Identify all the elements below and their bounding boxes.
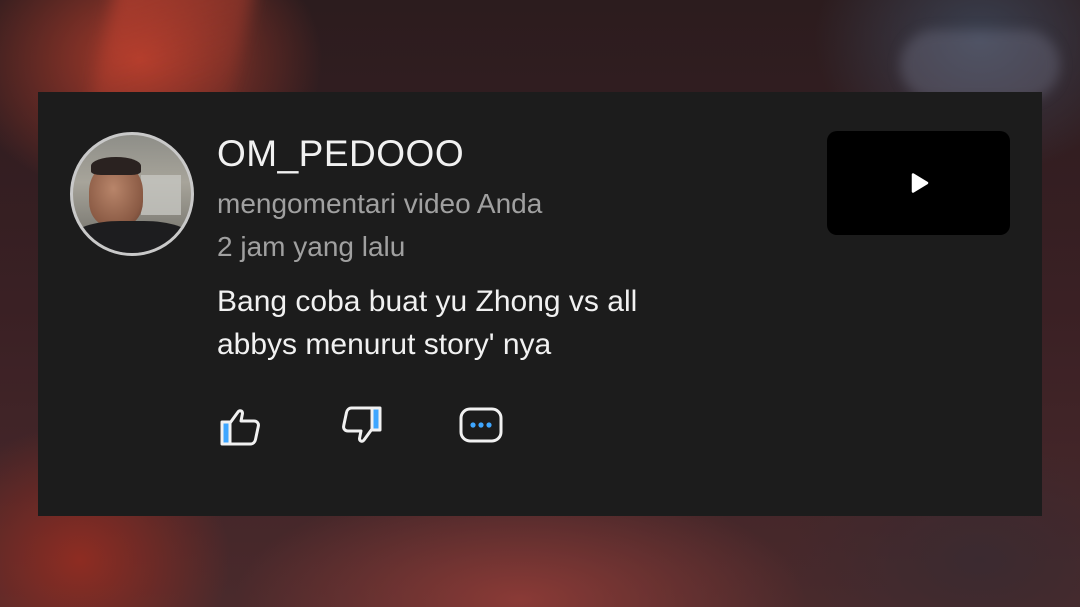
username[interactable]: OM_PEDOOO — [217, 133, 464, 175]
user-avatar[interactable] — [70, 132, 194, 256]
thumbs-up-icon — [220, 409, 260, 446]
dislike-button[interactable] — [338, 404, 384, 448]
comment-line: abbys menurut story' nya — [217, 328, 552, 361]
comment-notification-card[interactable]: OM_PEDOOO mengomentari video Anda 2 jam … — [38, 92, 1042, 516]
play-icon — [911, 173, 929, 193]
comment-line: Bang coba buat yu Zhong vs all — [217, 285, 638, 318]
like-button[interactable] — [218, 404, 264, 448]
avatar-background-window — [141, 175, 181, 215]
background-gear-shape — [900, 30, 1060, 100]
avatar-shirt — [73, 221, 191, 253]
notification-action-text: mengomentari video Anda — [217, 188, 543, 219]
comment-text: Bang coba buat yu Zhong vs all abbys men… — [217, 280, 777, 366]
avatar-hair — [91, 157, 141, 175]
thumbs-down-icon — [342, 406, 382, 443]
notification-timestamp: 2 jam yang lalu — [217, 231, 406, 262]
reply-button[interactable] — [458, 404, 504, 448]
video-thumbnail[interactable] — [827, 131, 1010, 235]
comment-icon — [459, 407, 503, 443]
